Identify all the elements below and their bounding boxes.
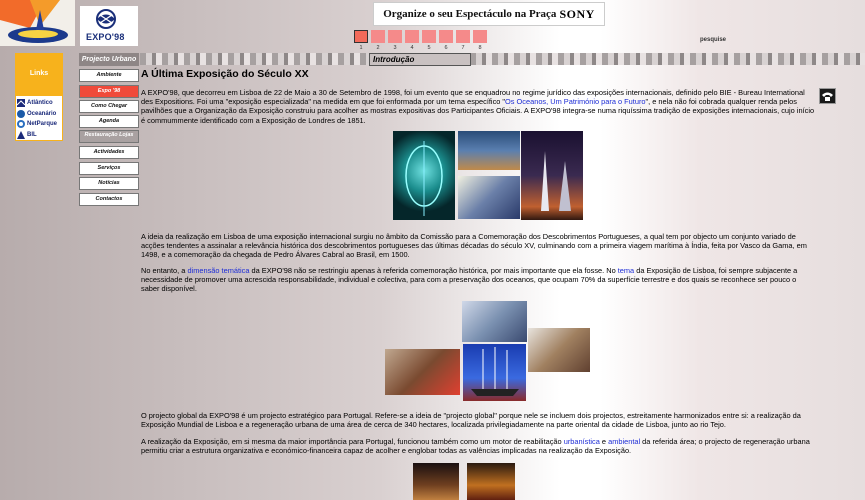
p5-text-a: A realização da Exposição, em si mesma d… xyxy=(141,437,564,446)
nav-restauracao[interactable]: Restauração Lojas xyxy=(79,130,139,143)
sony-banner-ad[interactable]: Organize o seu Espectáculo na Praça SONY xyxy=(373,2,605,26)
step-tab-5[interactable] xyxy=(439,30,453,43)
p3-text-b: da EXPO'98 não se restringiu apenas à re… xyxy=(249,266,618,275)
banner-brand: SONY xyxy=(559,6,595,21)
intro-paragraph-4: O projecto global da EXPO'98 é um projec… xyxy=(141,411,801,430)
link-tema-oceanos[interactable]: Os Oceanos, Um Património para o Futuro xyxy=(505,97,645,106)
photo-stage-night xyxy=(413,463,459,500)
photo-fireworks xyxy=(467,463,515,500)
photo-parade xyxy=(462,301,527,342)
search-link[interactable]: pesquise xyxy=(700,37,726,43)
step-number: 7 xyxy=(461,45,465,51)
link-netparque[interactable]: NetParque xyxy=(17,119,61,130)
links-box: Links xyxy=(15,53,63,95)
step-tab-6[interactable] xyxy=(456,30,470,43)
link-tema[interactable]: tema xyxy=(618,266,634,275)
photo-pavilion-night xyxy=(393,131,455,220)
photo-performers xyxy=(385,349,460,395)
network-icon xyxy=(17,120,25,129)
nav-como-chegar[interactable]: Como Chegar xyxy=(79,100,139,113)
photo-tower-night xyxy=(521,131,583,220)
link-bil[interactable]: BIL xyxy=(17,130,61,141)
step-numbers: 1 2 3 4 5 6 7 8 xyxy=(354,45,487,51)
link-oceanario[interactable]: Oceanário xyxy=(17,109,61,120)
link-ambiental[interactable]: ambiental xyxy=(608,437,640,446)
link-label: Oceanário xyxy=(27,110,57,117)
intro-paragraph-3: No entanto, a dimensão temática da EXPO'… xyxy=(141,266,811,294)
step-tab-0[interactable] xyxy=(354,30,368,43)
bil-icon xyxy=(17,130,25,139)
step-number: 5 xyxy=(427,45,431,51)
step-tab-3[interactable] xyxy=(405,30,419,43)
links-list: Atlântico Oceanário NetParque BIL xyxy=(15,95,63,141)
photo-ocean-exhibit xyxy=(458,131,520,170)
step-number: 3 xyxy=(393,45,397,51)
section-label: Introdução xyxy=(369,53,471,66)
nav-contactos[interactable]: Contactos xyxy=(79,193,139,206)
step-number: 8 xyxy=(478,45,482,51)
step-tab-1[interactable] xyxy=(371,30,385,43)
intro-paragraph-1: A EXPO'98, que decorreu em Lisboa de 22 … xyxy=(141,88,816,125)
step-number: 6 xyxy=(444,45,448,51)
expo-sun-logo xyxy=(0,0,75,46)
p3-text-a: No entanto, a xyxy=(141,266,188,275)
nav-ambiente[interactable]: Ambiente xyxy=(79,69,139,82)
globe-icon xyxy=(16,99,26,108)
link-label: Atlântico xyxy=(27,100,53,107)
step-tab-7[interactable] xyxy=(473,30,487,43)
page-title: A Última Exposição do Século XX xyxy=(141,68,309,80)
logo-text: EXPO'98 xyxy=(86,32,125,42)
link-label: NetParque xyxy=(27,121,58,128)
link-label: BIL xyxy=(27,131,37,138)
photo-musicians xyxy=(528,328,590,372)
nav-agenda[interactable]: Agenda xyxy=(79,115,139,128)
photo-tall-ship xyxy=(463,344,526,401)
step-tab-4[interactable] xyxy=(422,30,436,43)
step-tab-2[interactable] xyxy=(388,30,402,43)
intro-paragraph-5: A realização da Exposição, em si mesma d… xyxy=(141,437,811,455)
link-dimensao-tematica[interactable]: dimensão temática xyxy=(187,266,249,275)
wave-icon xyxy=(17,109,25,118)
nav-noticias[interactable]: Notícias xyxy=(79,177,139,190)
nav-header: Projecto Urbano xyxy=(79,53,139,66)
intro-paragraph-2: A ideia da realização em Lisboa de uma e… xyxy=(141,232,807,260)
step-number: 1 xyxy=(359,45,363,51)
expo-wave-icon xyxy=(96,9,116,29)
step-number: 4 xyxy=(410,45,414,51)
phone-icon[interactable] xyxy=(819,88,836,104)
step-number: 2 xyxy=(376,45,380,51)
links-title: Links xyxy=(29,70,49,77)
nav-actividades[interactable]: Actividades xyxy=(79,146,139,159)
nav-expo98[interactable]: Expo '98 xyxy=(79,85,139,98)
link-urbanistica[interactable]: urbanística xyxy=(564,437,600,446)
nav-servicos[interactable]: Serviços xyxy=(79,162,139,175)
p5-text-b: e xyxy=(599,437,609,446)
photo-crowd xyxy=(458,176,520,219)
banner-text: Organize o seu Espectáculo na Praça xyxy=(383,8,557,20)
link-atlantico[interactable]: Atlântico xyxy=(16,98,61,109)
step-tabs xyxy=(354,30,487,43)
expo98-logo[interactable]: EXPO'98 xyxy=(80,6,138,46)
decorative-stripe xyxy=(140,53,865,65)
sun-icon xyxy=(0,0,75,46)
